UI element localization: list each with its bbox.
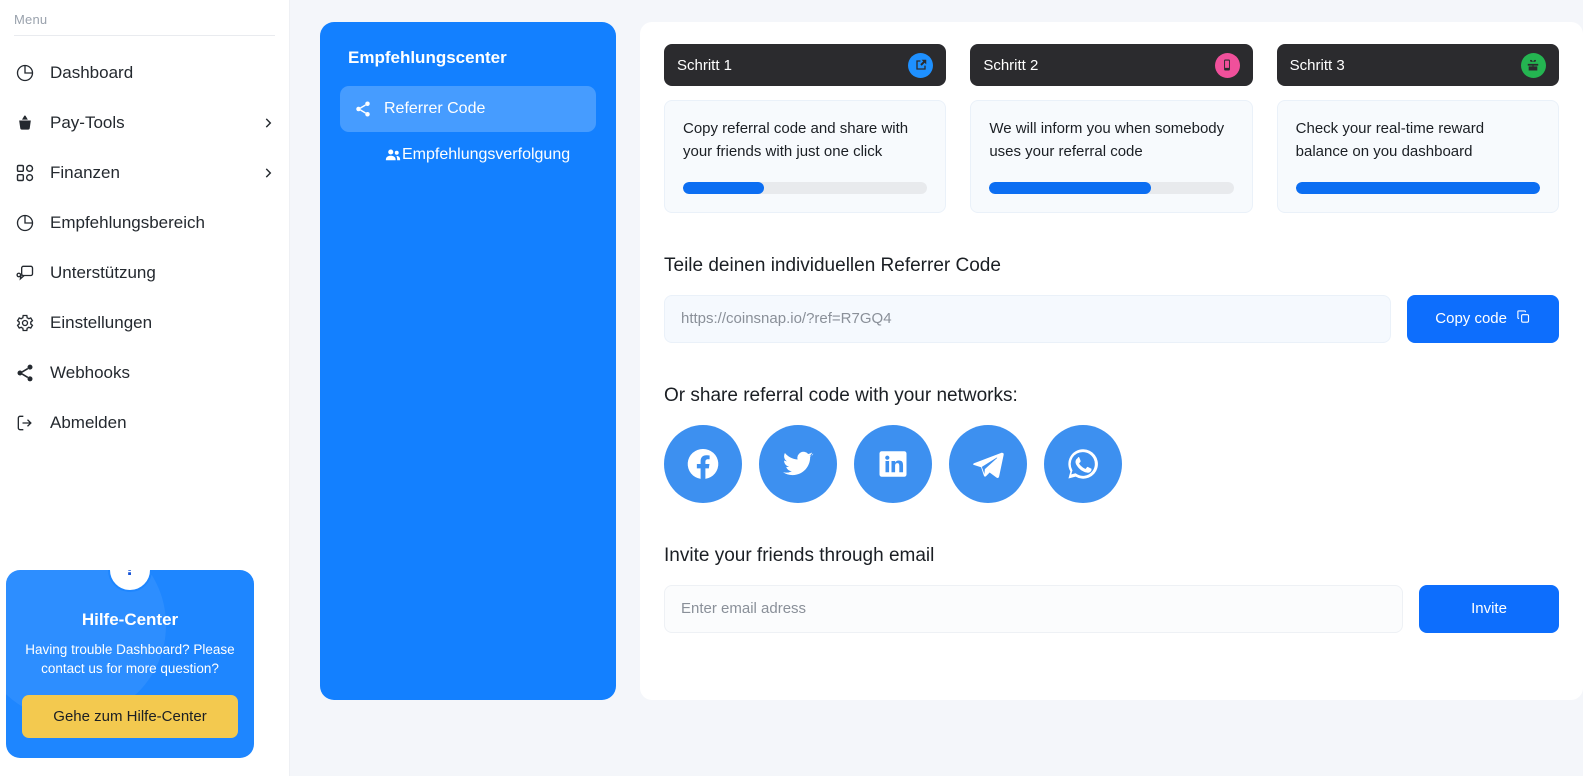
sidebar-item-label: Abmelden: [50, 413, 127, 432]
step-card-3: Schritt 3 Check your real-time reward ba…: [1276, 44, 1559, 213]
social-share-heading: Or share referral code with your network…: [664, 384, 1018, 406]
help-center-button[interactable]: Gehe zum Hilfe-Center: [22, 695, 238, 738]
sidebar-item-abmelden[interactable]: Abmelden: [0, 398, 289, 448]
steps-row: Schritt 1 Copy referral code and share w…: [664, 44, 1559, 213]
step-progress-fill: [683, 181, 764, 194]
share-export-icon: [908, 52, 934, 78]
sidebar-item-empfehlungsbereich[interactable]: Empfehlungsbereich: [0, 198, 289, 248]
referral-nav-label: Empfehlungsverfolgung: [402, 146, 571, 163]
sidebar-item-einstellungen[interactable]: Einstellungen: [0, 298, 289, 348]
step-header: Schritt 1: [664, 44, 947, 86]
step-body: We will inform you when somebody uses yo…: [970, 100, 1253, 213]
linkedin-icon[interactable]: [854, 424, 932, 503]
users-icon: [384, 146, 402, 164]
step-title: Schritt 2: [983, 56, 1039, 74]
help-center-card: ? Hilfe-Center Having trouble Dashboard?…: [6, 569, 254, 758]
social-share-row: [664, 424, 1559, 503]
sidebar-item-webhooks[interactable]: Webhooks: [0, 348, 289, 398]
sidebar-item-label: Empfehlungsbereich: [50, 213, 205, 232]
sidebar-item-label: Unterstützung: [50, 263, 156, 282]
share-icon: [14, 362, 36, 384]
referral-code-row: Copy code: [664, 294, 1559, 343]
sidebar-menu-label: Menu: [14, 12, 48, 27]
step-card-2: Schritt 2 We will inform you when somebo…: [970, 44, 1253, 213]
sidebar-item-label: Pay-Tools: [50, 113, 125, 132]
sidebar-item-label: Webhooks: [50, 363, 131, 382]
referral-nav-label: Referrer Code: [384, 100, 486, 117]
referral-nav-referrer-code[interactable]: Referrer Code: [340, 86, 596, 132]
referral-code-heading: Teile deinen individuellen Referrer Code: [664, 254, 1001, 276]
pie-chart-icon: [14, 212, 36, 234]
help-center-title: Hilfe-Center: [81, 609, 179, 629]
copy-icon: [1516, 309, 1531, 328]
basket-icon: [14, 112, 36, 134]
referral-center-panel: Empfehlungscenter Referrer Code Empfehlu…: [320, 22, 616, 700]
sidebar: Menu Dashboard Pay-Tools Finanzen Empfeh…: [0, 0, 290, 776]
gear-icon: [14, 312, 36, 334]
step-text: We will inform you when somebody uses yo…: [989, 120, 1225, 161]
support-chat-icon: [14, 262, 36, 284]
step-text: Check your real-time reward balance on y…: [1295, 120, 1485, 161]
step-progress-fill: [989, 181, 1151, 194]
step-progress-bar: [1295, 181, 1540, 194]
step-text: Copy referral code and share with your f…: [683, 120, 909, 161]
invite-button[interactable]: Invite: [1419, 584, 1559, 633]
chevron-right-icon: [261, 116, 275, 130]
sidebar-item-label: Einstellungen: [50, 313, 153, 332]
sidebar-item-label: Dashboard: [50, 63, 134, 82]
referral-code-input[interactable]: [664, 294, 1392, 343]
telegram-icon[interactable]: [949, 424, 1027, 503]
step-title: Schritt 1: [677, 56, 733, 74]
app-root: Menu Dashboard Pay-Tools Finanzen Empfeh…: [0, 0, 1583, 776]
logout-icon: [14, 412, 36, 434]
sidebar-item-label: Finanzen: [50, 163, 120, 182]
grid-icon: [14, 162, 36, 184]
help-center-text: Having trouble Dashboard? Please contact…: [25, 641, 235, 677]
question-mark-icon: ?: [108, 569, 152, 592]
step-progress-fill: [1295, 181, 1540, 194]
step-body: Check your real-time reward balance on y…: [1276, 100, 1559, 213]
copy-code-label: Copy code: [1435, 310, 1507, 327]
step-progress-bar: [989, 181, 1234, 194]
email-input[interactable]: [664, 584, 1403, 633]
facebook-icon[interactable]: [664, 424, 742, 503]
sidebar-item-dashboard[interactable]: Dashboard: [0, 48, 289, 98]
main-content: Empfehlungscenter Referrer Code Empfehlu…: [290, 0, 1583, 776]
gift-icon: [1520, 52, 1546, 78]
sidebar-item-pay-tools[interactable]: Pay-Tools: [0, 98, 289, 148]
step-header: Schritt 3: [1276, 44, 1559, 86]
mobile-phone-icon: [1214, 52, 1240, 78]
pie-chart-icon: [14, 62, 36, 84]
step-header: Schritt 2: [970, 44, 1253, 86]
referral-nav-empfehlungsverfolgung[interactable]: Empfehlungsverfolgung: [340, 132, 596, 178]
twitter-icon[interactable]: [759, 424, 837, 503]
share-icon: [354, 100, 372, 118]
chevron-right-icon: [261, 166, 275, 180]
sidebar-divider: [14, 35, 275, 36]
sidebar-item-finanzen[interactable]: Finanzen: [0, 148, 289, 198]
whatsapp-icon[interactable]: [1044, 424, 1122, 503]
copy-code-button[interactable]: Copy code: [1407, 294, 1559, 343]
email-invite-heading: Invite your friends through email: [664, 544, 935, 566]
step-title: Schritt 3: [1289, 56, 1345, 74]
step-progress-bar: [683, 181, 928, 194]
step-card-1: Schritt 1 Copy referral code and share w…: [664, 44, 947, 213]
referral-center-title: Empfehlungscenter: [348, 48, 507, 67]
step-body: Copy referral code and share with your f…: [664, 100, 947, 213]
email-invite-row: Invite: [664, 584, 1559, 633]
sidebar-item-unterstuetzung[interactable]: Unterstützung: [0, 248, 289, 298]
referrer-code-card: Schritt 1 Copy referral code and share w…: [640, 22, 1583, 700]
